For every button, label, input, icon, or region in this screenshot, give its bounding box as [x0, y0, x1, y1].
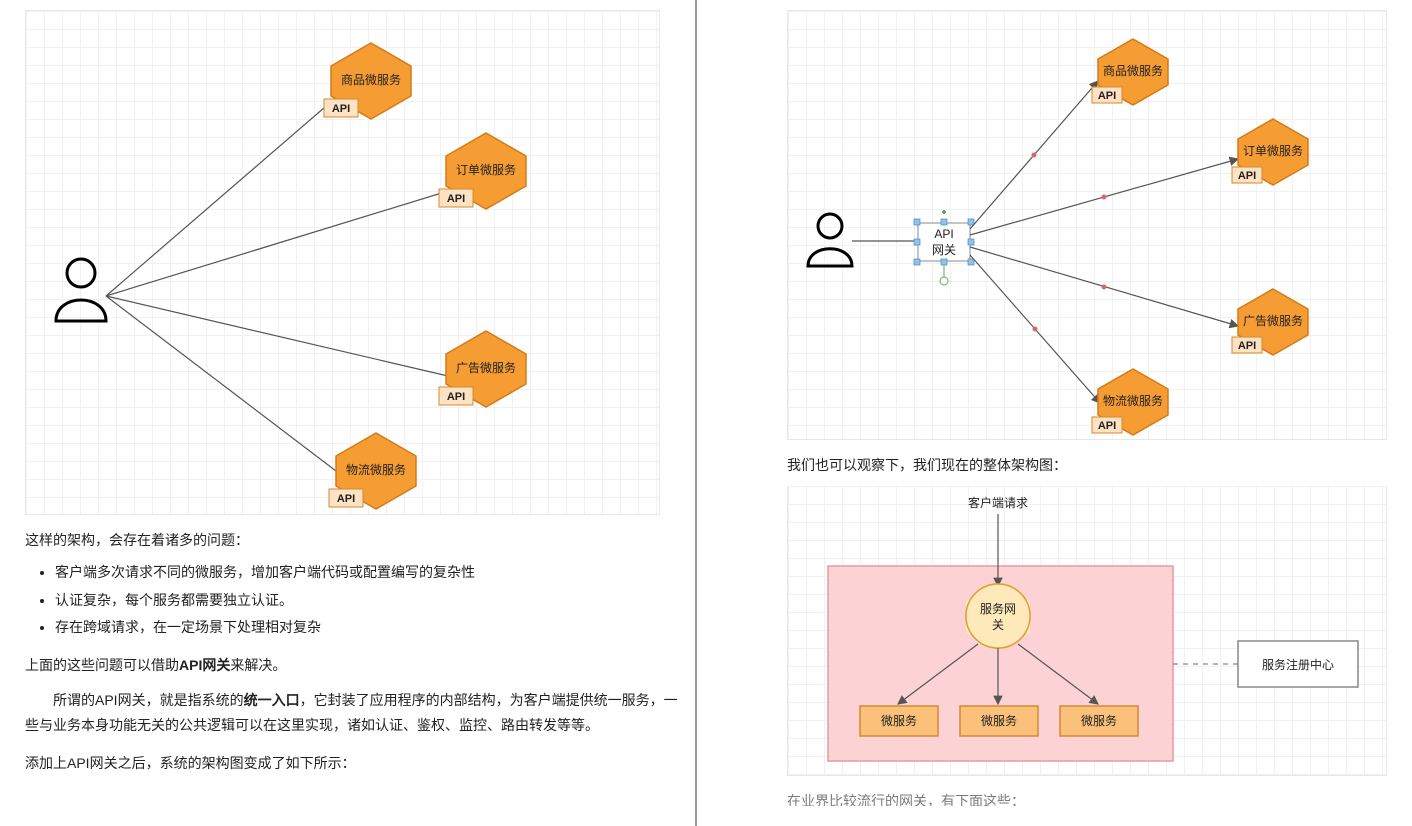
solution-line: 上面的这些问题可以借助API网关来解决。: [25, 654, 680, 678]
list-item: 存在跨域请求，在一定场景下处理相对复杂: [55, 616, 680, 640]
service-node-ad: 广告微服务 API: [1232, 289, 1308, 355]
svg-text:API: API: [447, 391, 465, 403]
svg-text:订单微服务: 订单微服务: [456, 162, 516, 177]
service-node-order: 订单微服务 API: [439, 133, 526, 209]
svg-text:API: API: [332, 103, 350, 115]
svg-text:API: API: [1098, 420, 1116, 432]
conn-line: [106, 191, 448, 296]
user-icon: [808, 214, 852, 266]
svg-text:微服务: 微服务: [881, 713, 917, 728]
service-node-logistics: 物流微服务 API: [329, 433, 416, 509]
midpoint-icon: [1102, 285, 1107, 290]
service-node-product: 商品微服务 API: [324, 43, 411, 119]
gateway-circle-label-l2: 关: [992, 618, 1004, 632]
svg-text:API: API: [337, 493, 355, 505]
bottom-cut-text: 在业界比较流行的网关，有下面这些：: [787, 790, 1397, 806]
svg-text:订单微服务: 订单微服务: [1243, 143, 1303, 158]
gateway-circle-label-l1: 服务网: [980, 601, 1016, 616]
svg-text:商品微服务: 商品微服务: [1103, 63, 1163, 78]
after-add-text: 添加上API网关之后，系统的架构图变成了如下所示：: [25, 752, 680, 776]
svg-text:商品微服务: 商品微服务: [341, 72, 401, 87]
service-node-logistics: 物流微服务 API: [1092, 369, 1168, 435]
user-icon: [56, 259, 106, 321]
observe-text: 我们也可以观察下，我们现在的整体架构图：: [787, 454, 1397, 478]
svg-text:广告微服务: 广告微服务: [1243, 313, 1303, 328]
midpoint-icon: [1102, 195, 1107, 200]
svg-text:物流微服务: 物流微服务: [346, 462, 406, 477]
conn-line: [106, 296, 336, 471]
svg-text:API: API: [1098, 90, 1116, 102]
svg-text:API: API: [1238, 170, 1256, 182]
right-column: API 网关: [697, 0, 1412, 826]
svg-text:服务注册中心: 服务注册中心: [1262, 657, 1334, 672]
service-node-ad: 广告微服务 API: [439, 331, 526, 407]
left-diagram-canvas: 商品微服务 API 订单微服务 API 广告微服务 API: [25, 10, 660, 515]
gateway-node[interactable]: API 网关: [914, 210, 974, 285]
svg-text:API: API: [1238, 340, 1256, 352]
conn-line: [106, 296, 448, 376]
midpoint-icon: [1032, 153, 1037, 158]
problems-intro-text: 这样的架构，会存在着诸多的问题：: [25, 529, 680, 553]
gateway-explain: 所谓的API网关，就是指系统的统一入口，它封装了应用程序的内部结构，为客户端提供…: [25, 688, 680, 738]
list-item: 认证复杂，每个服务都需要独立认证。: [55, 589, 680, 613]
right-diagram-canvas: API 网关: [787, 10, 1387, 440]
service-node-order: 订单微服务 API: [1232, 119, 1308, 185]
client-request-label: 客户端请求: [968, 495, 1028, 510]
left-column: 商品微服务 API 订单微服务 API 广告微服务 API: [0, 0, 695, 826]
svg-text:API: API: [934, 227, 953, 241]
svg-text:网关: 网关: [932, 243, 956, 257]
svg-text:广告微服务: 广告微服务: [456, 360, 516, 375]
svg-text:微服务: 微服务: [1081, 713, 1117, 728]
architecture-diagram-canvas: 客户端请求 服务网关 关 服务网 关: [787, 486, 1387, 776]
rotate-handle-icon[interactable]: [940, 277, 948, 285]
svg-text:API: API: [447, 193, 465, 205]
svg-text:微服务: 微服务: [981, 713, 1017, 728]
midpoint-icon: [1033, 327, 1038, 332]
problems-list: 客户端多次请求不同的微服务，增加客户端代码或配置编写的复杂性 认证复杂，每个服务…: [25, 561, 680, 640]
svg-text:物流微服务: 物流微服务: [1103, 393, 1163, 408]
conn-line: [106, 101, 332, 296]
list-item: 客户端多次请求不同的微服务，增加客户端代码或配置编写的复杂性: [55, 561, 680, 585]
handle-cross-icon: [942, 210, 946, 214]
service-node-product: 商品微服务 API: [1092, 39, 1168, 105]
